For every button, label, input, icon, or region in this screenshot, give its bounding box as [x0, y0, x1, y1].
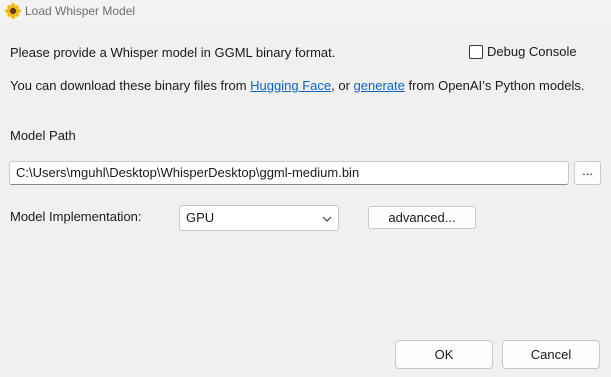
- hugging-face-link[interactable]: Hugging Face: [250, 78, 331, 93]
- window-title: Load Whisper Model: [25, 4, 136, 18]
- browse-button[interactable]: ...: [574, 161, 601, 185]
- model-path-label: Model Path: [10, 128, 76, 143]
- advanced-button[interactable]: advanced...: [368, 206, 476, 229]
- chevron-down-icon: [322, 212, 332, 222]
- checkbox-box[interactable]: [469, 44, 483, 59]
- generate-link[interactable]: generate: [354, 78, 405, 93]
- title-bar: Load Whisper Model: [0, 0, 611, 22]
- intro-text: Please provide a Whisper model in GGML b…: [10, 45, 336, 60]
- ok-button[interactable]: OK: [395, 340, 493, 369]
- download-text-prefix: You can download these binary files from: [10, 78, 251, 93]
- implementation-selected-value: GPU: [186, 210, 215, 225]
- model-implementation-label: Model Implementation:: [10, 209, 142, 224]
- model-path-input[interactable]: C:\Users\mguhl\Desktop\WhisperDesktop\gg…: [9, 161, 569, 185]
- implementation-select[interactable]: GPU: [179, 205, 339, 231]
- debug-console-label: Debug Console: [487, 44, 577, 59]
- debug-console-checkbox[interactable]: Debug Console: [469, 44, 577, 59]
- download-text-suffix: from OpenAI’s Python models.: [404, 78, 585, 93]
- download-text-middle: , or: [331, 78, 354, 93]
- sunflower-icon: [5, 3, 21, 19]
- cancel-button[interactable]: Cancel: [502, 340, 600, 369]
- download-info: You can download these binary files from…: [10, 78, 600, 94]
